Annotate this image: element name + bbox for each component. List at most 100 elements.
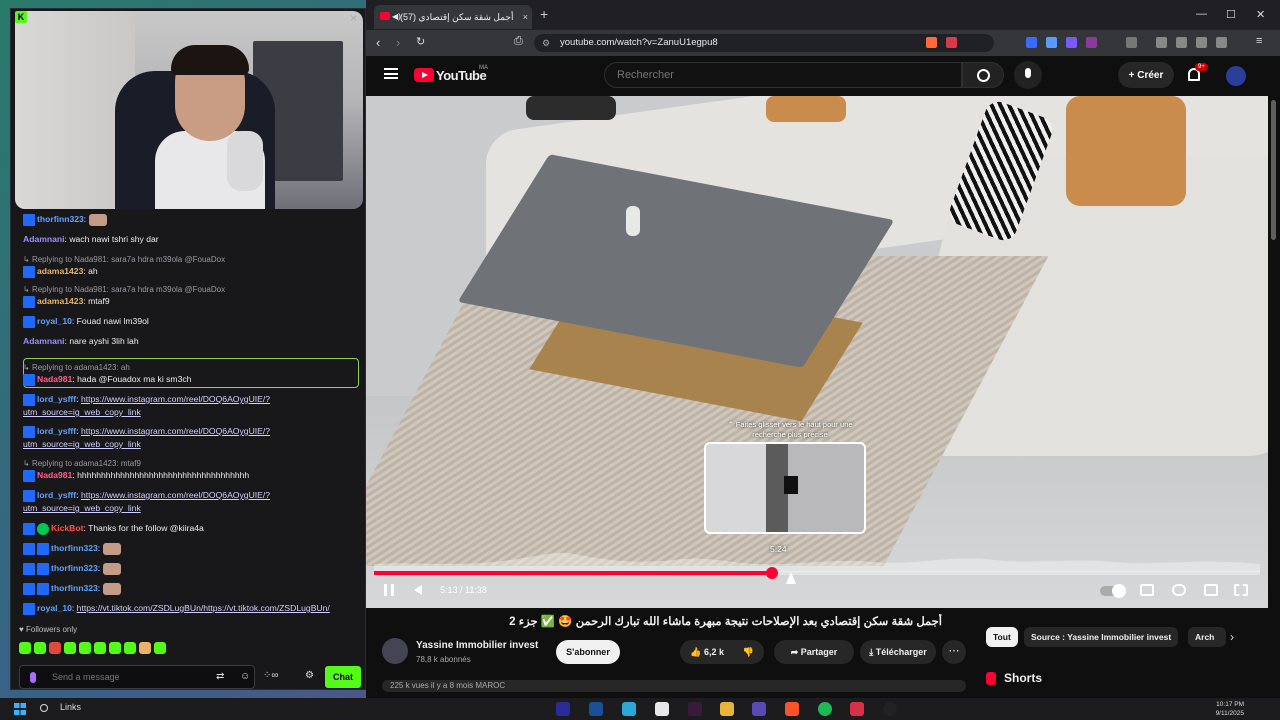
url-field[interactable]: ⚙ youtube.com/watch?v=ZanuU1egpu8 <box>534 34 994 52</box>
search-button[interactable] <box>962 62 1004 88</box>
app-icon[interactable] <box>883 702 897 716</box>
forward-icon[interactable]: › <box>396 35 400 50</box>
chat-username[interactable]: royal_10 <box>37 603 72 613</box>
progress-bar[interactable] <box>374 567 1260 579</box>
new-tab-icon[interactable]: + <box>540 6 548 22</box>
extension-icon[interactable] <box>1046 37 1057 48</box>
translate-icon[interactable]: ⇄ <box>216 671 224 682</box>
chat-send-button[interactable]: Chat <box>325 666 361 688</box>
theater-mode-icon[interactable] <box>1204 584 1218 596</box>
subscribe-button[interactable]: S'abonner <box>556 640 620 664</box>
extension-icon[interactable] <box>1066 37 1077 48</box>
chat-username[interactable]: adama1423 <box>37 266 83 276</box>
video-player[interactable]: ⌃ Faites glisser vers le haut pour une r… <box>366 96 1268 608</box>
chat-username[interactable]: thorfinn323 <box>51 543 98 553</box>
emote-icon[interactable] <box>64 642 76 654</box>
tab-youtube[interactable]: ◀) (57) أجمل شقة سكن إقتصادي × <box>374 5 532 29</box>
obs-icon[interactable] <box>655 702 669 716</box>
description-box[interactable]: 225 k vues il y a 8 mois MAROC <box>382 680 966 692</box>
site-info-icon[interactable]: ⚙ <box>542 34 550 52</box>
chip-arch[interactable]: Arch <box>1188 627 1226 647</box>
app-icon[interactable] <box>622 702 636 716</box>
wallet-icon[interactable] <box>1176 37 1187 48</box>
close-icon[interactable]: × <box>350 11 357 25</box>
chat-username[interactable]: KickBot <box>51 523 83 533</box>
emote-icon[interactable] <box>139 642 151 654</box>
chevron-right-icon[interactable]: › <box>1230 630 1234 644</box>
pause-icon[interactable] <box>384 584 394 596</box>
create-button[interactable]: + Créer <box>1118 62 1174 88</box>
leo-icon[interactable] <box>1196 37 1207 48</box>
photoshop-icon[interactable] <box>589 702 603 716</box>
chat-username[interactable]: lord_ysfff <box>37 426 76 436</box>
share-button[interactable]: ➦ Partager <box>774 640 854 664</box>
extension-icon[interactable] <box>1126 37 1137 48</box>
emote-icon[interactable] <box>154 642 166 654</box>
windows-start-icon[interactable] <box>14 703 26 715</box>
chip-all[interactable]: Tout <box>986 627 1018 647</box>
search-input[interactable] <box>604 62 962 88</box>
minimize-icon[interactable]: — <box>1196 8 1207 20</box>
more-actions-icon[interactable]: ⋯ <box>942 640 966 664</box>
taskbar-search[interactable]: Links <box>40 702 81 712</box>
chat-username[interactable]: Adamnani <box>23 336 65 346</box>
chat-input-box[interactable]: ⇄ ☺ <box>19 665 255 689</box>
bookmark-icon[interactable]: ⎙ <box>514 35 523 48</box>
subtitles-icon[interactable] <box>1140 584 1154 596</box>
channel-avatar[interactable] <box>382 638 408 664</box>
reload-icon[interactable]: ↻ <box>416 35 425 48</box>
vpn-icon[interactable] <box>1216 37 1227 48</box>
like-button[interactable]: 👍 6,2 k <box>690 647 724 657</box>
chat-username[interactable]: thorfinn323 <box>51 583 98 593</box>
channel-name[interactable]: Yassine Immobilier invest <box>416 640 538 651</box>
chat-username[interactable]: royal_10 <box>37 316 72 326</box>
emote-icon[interactable] <box>109 642 121 654</box>
chat-username[interactable]: lord_ysfff <box>37 490 76 500</box>
account-avatar[interactable] <box>1226 66 1246 86</box>
menu-icon[interactable]: ≡ <box>1256 35 1262 47</box>
autoplay-toggle[interactable] <box>1100 584 1126 598</box>
file-explorer-icon[interactable] <box>720 702 734 716</box>
chat-username[interactable]: Adamnani <box>23 234 65 244</box>
brave-shield-icon[interactable] <box>926 37 937 48</box>
page-scrollbar[interactable] <box>1268 96 1280 698</box>
back-icon[interactable]: ‹ <box>376 35 380 50</box>
download-button[interactable]: ⤓ Télécharger <box>860 640 936 664</box>
voice-search-button[interactable] <box>1014 61 1042 89</box>
gear-icon[interactable]: ⚙ <box>305 670 314 681</box>
settings-gear-icon[interactable] <box>1172 584 1186 596</box>
rewards-icon[interactable] <box>946 37 957 48</box>
volume-icon[interactable] <box>414 585 422 595</box>
chat-username[interactable]: thorfinn323 <box>37 214 84 224</box>
fullscreen-icon[interactable] <box>1234 584 1248 596</box>
sidebar-icon[interactable] <box>1156 37 1167 48</box>
chat-input[interactable] <box>52 669 202 685</box>
chat-link[interactable]: https://vt.tiktok.com/ZSDLugBUn/https://… <box>77 603 330 613</box>
users-icon[interactable]: ⁘∞ <box>263 670 279 681</box>
emote-icon[interactable] <box>124 642 136 654</box>
speaker-icon[interactable]: ◀) <box>392 5 401 29</box>
chat-username[interactable]: lord_ysfff <box>37 394 76 404</box>
emote-icon[interactable] <box>94 642 106 654</box>
emoji-icon[interactable]: ☺ <box>240 671 250 682</box>
chat-username[interactable]: thorfinn323 <box>51 563 98 573</box>
emote-icon[interactable] <box>19 642 31 654</box>
system-clock[interactable]: 10:17 PM 9/11/2025 <box>1200 700 1244 718</box>
hamburger-menu-icon[interactable] <box>384 68 398 79</box>
chat-username[interactable]: Nada981 <box>37 470 72 480</box>
emote-icon[interactable] <box>79 642 91 654</box>
extension-icon[interactable] <box>1026 37 1037 48</box>
premiere-icon[interactable] <box>556 702 570 716</box>
extension-icon[interactable] <box>1086 37 1097 48</box>
emote-icon[interactable] <box>49 642 61 654</box>
chat-username[interactable]: adama1423 <box>37 296 83 306</box>
app-icon[interactable] <box>850 702 864 716</box>
chip-source[interactable]: Source : Yassine Immobilier invest <box>1024 627 1179 647</box>
emote-icon[interactable] <box>34 642 46 654</box>
discord-icon[interactable] <box>752 702 766 716</box>
microphone-icon[interactable] <box>30 672 36 683</box>
spotify-icon[interactable] <box>818 702 832 716</box>
close-tab-icon[interactable]: × <box>523 5 528 29</box>
window-close-icon[interactable]: ✕ <box>1256 8 1265 21</box>
youtube-logo-icon[interactable] <box>414 68 434 82</box>
